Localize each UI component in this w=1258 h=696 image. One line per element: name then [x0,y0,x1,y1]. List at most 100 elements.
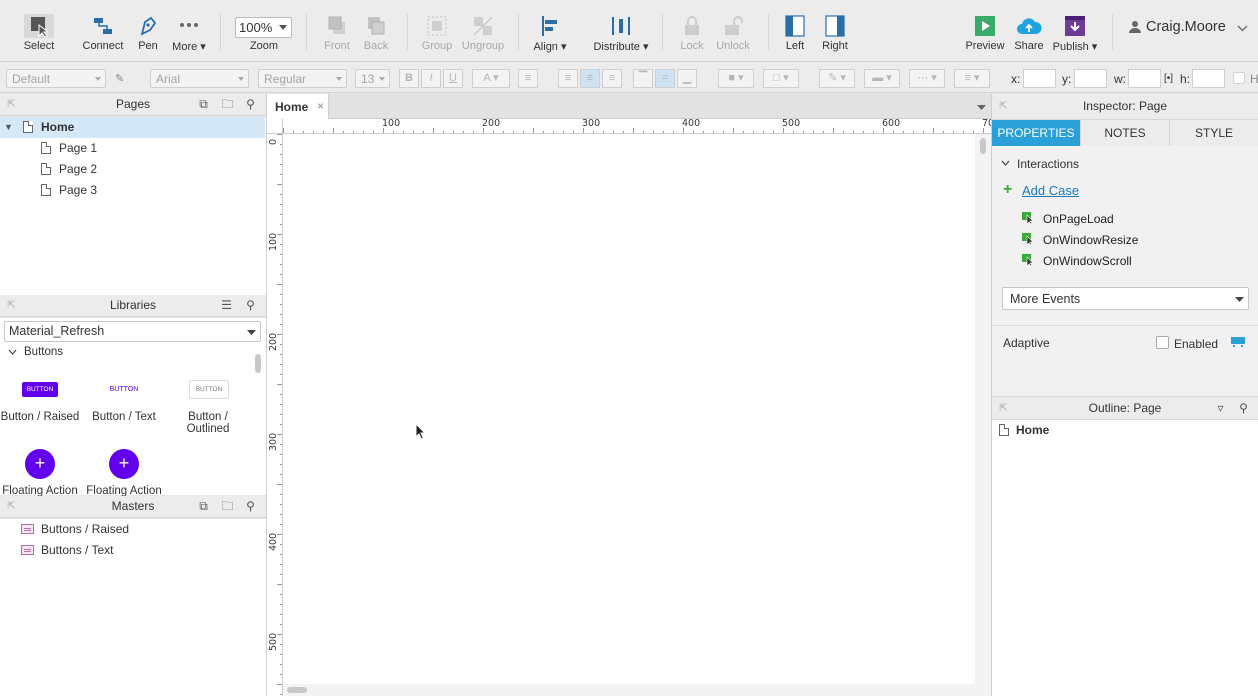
pin-icon[interactable]: ⇱ [7,100,16,110]
enabled-checkbox[interactable] [1156,336,1169,349]
library-select[interactable]: Material_Refresh [4,321,261,342]
vertical-scrollbar-track[interactable] [975,134,991,684]
filter-icon[interactable]: ▿ [1213,401,1228,416]
connect-tool-button[interactable]: Connect [80,14,126,56]
pin-icon[interactable]: ⇱ [999,102,1008,112]
arrow-style-button[interactable]: ≡ ▾ [954,69,990,88]
tabs-menu-icon[interactable] [977,105,986,110]
master-item[interactable]: Buttons / Text [0,540,265,561]
fill-color-button[interactable]: ■ ▾ [718,69,754,88]
pen-tool-button[interactable]: Pen [132,14,164,56]
w-input[interactable] [1128,69,1161,88]
design-canvas[interactable] [283,134,975,684]
tab-style[interactable]: STYLE [1170,120,1258,146]
page-item-page-3[interactable]: Page 3 [0,180,265,201]
lock-button[interactable]: Lock [675,14,709,56]
valign-middle-button[interactable]: = [655,69,675,88]
interactions-section-header[interactable]: Interactions [1000,157,1120,172]
valign-bottom-button[interactable]: ▁ [677,69,697,88]
user-menu[interactable]: Craig.Moore [1126,19,1250,39]
style-manager-icon[interactable]: ✎ [115,72,131,85]
font-select[interactable]: Arial [150,69,249,88]
outline-item-home[interactable]: Home [992,420,1257,441]
unlock-button[interactable]: Unlock [714,14,752,56]
preview-button[interactable]: Preview [965,14,1005,56]
dock-right-button[interactable]: Right [818,14,852,56]
event-onwindowscroll[interactable]: OnWindowScroll [1043,254,1132,268]
underline-button[interactable]: U [443,69,463,88]
adaptive-views-icon[interactable] [1230,336,1246,348]
text-button-preview[interactable]: BUTTON [106,382,142,397]
tab-home[interactable]: Home × [267,94,329,119]
add-page-icon[interactable]: ⧉ [196,97,211,112]
event-onwindowresize[interactable]: OnWindowResize [1043,233,1138,247]
font-color-button[interactable]: A ▾ [472,69,510,88]
pin-icon[interactable]: ⇱ [7,502,16,512]
add-folder-icon[interactable]: 🗀 [220,499,235,514]
italic-button[interactable]: I [421,69,441,88]
line-style-button[interactable]: ⋯ ▾ [909,69,945,88]
lock-label: Lock [680,40,704,52]
lock-aspect-icon[interactable]: [•] [1164,73,1173,84]
bring-front-button[interactable]: Front [320,14,354,56]
group-button[interactable]: Group [418,14,456,56]
align-button[interactable]: Align ▾ [530,14,570,56]
share-button[interactable]: Share [1012,14,1046,56]
outlined-button-preview[interactable]: BUTTON [189,380,229,399]
tab-notes[interactable]: NOTES [1081,120,1170,146]
align-text-center-button[interactable]: ≡ [580,69,600,88]
y-input[interactable] [1074,69,1107,88]
distribute-button[interactable]: Distribute ▾ [592,14,650,56]
horizontal-scrollbar-track[interactable] [283,684,975,696]
search-icon[interactable]: ⚲ [1236,401,1251,416]
raised-button-preview[interactable]: BUTTON [22,382,58,397]
event-onpageload[interactable]: OnPageLoad [1043,212,1114,226]
align-text-left-button[interactable]: ≡ [558,69,578,88]
style-select[interactable]: Default [6,69,106,88]
event-icon [1022,212,1034,224]
pin-icon[interactable]: ⇱ [7,301,16,311]
tab-properties[interactable]: PROPERTIES [992,120,1081,146]
bullet-list-button[interactable]: ≡ [518,69,538,88]
menu-icon[interactable]: ☰ [219,298,234,313]
page-item-home[interactable]: ▼ Home [0,117,265,138]
hidden-checkbox[interactable] [1233,72,1245,84]
add-master-icon[interactable]: ⧉ [196,499,211,514]
ruler-label: 300 [268,432,279,451]
shadow-button[interactable]: □ ▾ [763,69,799,88]
font-size-select[interactable]: 13 [355,69,390,88]
page-item-page-2[interactable]: Page 2 [0,159,265,180]
add-case-link[interactable]: + Add Case [1003,181,1113,199]
more-tools-button[interactable]: More ▾ [170,14,208,56]
horizontal-scrollbar-thumb[interactable] [287,687,307,693]
close-icon[interactable]: × [317,99,324,113]
vertical-scrollbar-thumb[interactable] [980,138,986,154]
more-events-select[interactable]: More Events [1002,287,1249,310]
send-back-button[interactable]: Back [360,14,392,56]
search-icon[interactable]: ⚲ [243,97,258,112]
search-icon[interactable]: ⚲ [243,499,258,514]
expand-triangle-icon[interactable]: ▼ [4,117,13,138]
ungroup-button[interactable]: Ungroup [460,14,506,56]
master-item[interactable]: Buttons / Raised [0,519,265,540]
pin-icon[interactable]: ⇱ [999,404,1008,414]
search-icon[interactable]: ⚲ [243,298,258,313]
align-text-right-button[interactable]: ≡ [602,69,622,88]
library-scrollbar[interactable] [255,354,261,373]
line-width-button[interactable]: ▬ ▾ [864,69,900,88]
font-weight-select[interactable]: Regular [258,69,347,88]
valign-top-button[interactable]: ▔ [633,69,653,88]
x-input[interactable] [1023,69,1056,88]
dock-left-button[interactable]: Left [780,14,810,56]
fab-preview[interactable]: + [25,449,55,479]
buttons-section-header[interactable]: Buttons [0,346,253,361]
line-color-button[interactable]: ✎ ▾ [819,69,855,88]
fab-preview[interactable]: + [109,449,139,479]
zoom-select[interactable]: 100% [235,17,292,38]
page-item-page-1[interactable]: Page 1 [0,138,265,159]
publish-button[interactable]: Publish ▾ [1052,14,1098,56]
bold-button[interactable]: B [399,69,419,88]
select-tool-button[interactable]: Select [8,14,70,56]
h-input[interactable] [1192,69,1225,88]
add-folder-icon[interactable]: 🗀 [220,97,235,112]
